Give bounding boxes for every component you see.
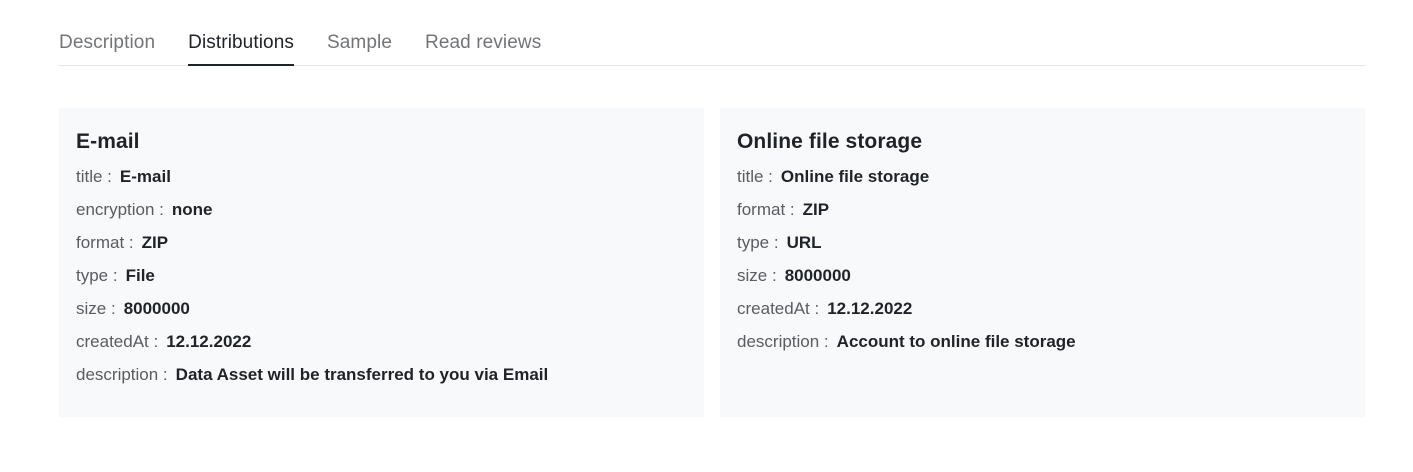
field-key: format : <box>737 200 795 219</box>
field-value: Online file storage <box>780 167 930 186</box>
distribution-card-online-file-storage: Online file storage title : Online file … <box>720 108 1365 417</box>
field-row: createdAt : 12.12.2022 <box>737 299 1348 332</box>
card-title: E-mail <box>76 130 140 153</box>
field-key: description : <box>737 332 829 351</box>
distributions-list: E-mail title : E-mail encryption : none … <box>59 108 1365 417</box>
field-value: ZIP <box>802 200 830 219</box>
field-value: Account to online file storage <box>836 332 1076 351</box>
field-value: File <box>125 266 155 285</box>
field-row: description : Data Asset will be transfe… <box>76 365 687 398</box>
field-value: 8000000 <box>123 299 190 318</box>
tab-bar: Description Distributions Sample Read re… <box>59 0 1365 66</box>
distribution-card-email: E-mail title : E-mail encryption : none … <box>59 108 704 417</box>
field-value: E-mail <box>119 167 171 186</box>
field-value: URL <box>786 233 822 252</box>
tab-sample[interactable]: Sample <box>327 0 392 65</box>
field-key: title : <box>737 167 773 186</box>
field-row: encryption : none <box>76 200 687 233</box>
field-key: encryption : <box>76 200 164 219</box>
field-key: title : <box>76 167 112 186</box>
field-key: size : <box>737 266 777 285</box>
field-value: Data Asset will be transferred to you vi… <box>175 365 549 384</box>
field-key: type : <box>737 233 779 252</box>
field-row: description : Account to online file sto… <box>737 332 1348 365</box>
field-key: format : <box>76 233 134 252</box>
field-row: type : File <box>76 266 687 299</box>
field-key: size : <box>76 299 116 318</box>
field-row: title : Online file storage <box>737 167 1348 200</box>
field-key: createdAt : <box>737 299 820 318</box>
field-key: description : <box>76 365 168 384</box>
field-row: title : E-mail <box>76 167 687 200</box>
tab-read-reviews[interactable]: Read reviews <box>425 0 541 65</box>
field-value: ZIP <box>141 233 169 252</box>
field-key: type : <box>76 266 118 285</box>
page: Description Distributions Sample Read re… <box>0 0 1413 472</box>
card-title: Online file storage <box>737 130 923 153</box>
field-row: format : ZIP <box>76 233 687 266</box>
field-row: format : ZIP <box>737 200 1348 233</box>
field-row: size : 8000000 <box>737 266 1348 299</box>
tab-description[interactable]: Description <box>59 0 155 65</box>
field-value: 12.12.2022 <box>166 332 252 351</box>
field-value: 12.12.2022 <box>827 299 913 318</box>
field-value: none <box>171 200 213 219</box>
tab-distributions[interactable]: Distributions <box>188 0 294 66</box>
field-row: size : 8000000 <box>76 299 687 332</box>
field-key: createdAt : <box>76 332 159 351</box>
field-value: 8000000 <box>784 266 851 285</box>
field-row: type : URL <box>737 233 1348 266</box>
field-row: createdAt : 12.12.2022 <box>76 332 687 365</box>
